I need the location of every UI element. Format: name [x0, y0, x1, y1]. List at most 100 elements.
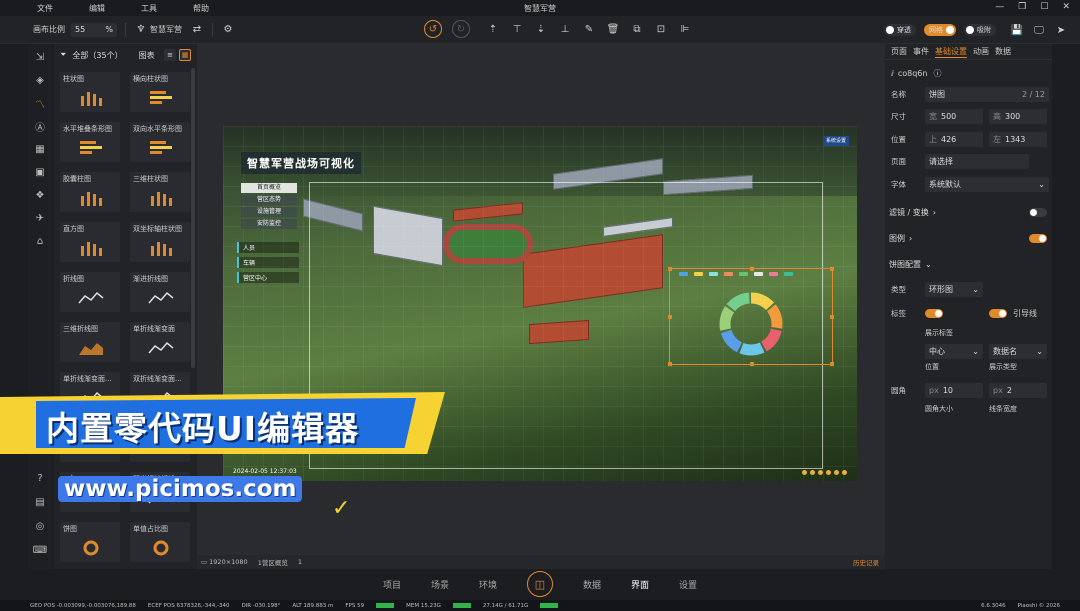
menu-edit[interactable]: 编辑: [63, 3, 115, 14]
menu-help[interactable]: 帮助: [167, 3, 219, 14]
history-button[interactable]: 历史记录: [853, 557, 879, 567]
scene-menu-item[interactable]: 安防监控: [241, 219, 297, 229]
document-icon[interactable]: ▤: [32, 495, 48, 509]
group-icon[interactable]: ⧉: [630, 22, 644, 36]
component-tab[interactable]: 图表: [139, 50, 155, 61]
align-bottom-icon[interactable]: ⊥: [558, 22, 572, 36]
publish-icon[interactable]: ➤: [1054, 23, 1068, 37]
image-icon[interactable]: ▣: [32, 165, 48, 179]
left-input[interactable]: 左 1343: [989, 132, 1047, 147]
tab-basic-settings[interactable]: 基础设置: [935, 46, 967, 58]
font-select[interactable]: 系统默认 ⌄: [925, 177, 1049, 192]
component-card[interactable]: 单折线渐变面: [130, 322, 190, 362]
scene-menu-item[interactable]: 营区态势: [241, 195, 297, 205]
component-card[interactable]: 横向柱状图: [130, 72, 190, 112]
help-icon[interactable]: ?: [32, 471, 48, 485]
scene-settings-button[interactable]: 系统设置: [823, 136, 849, 146]
plane-icon[interactable]: ✈: [32, 211, 48, 225]
line-width-input[interactable]: px 2: [989, 383, 1047, 398]
label-position-select[interactable]: 中心 ⌄: [925, 344, 983, 359]
width-input[interactable]: 宽 500: [925, 109, 983, 124]
swap-icon[interactable]: ⇄: [190, 23, 204, 37]
component-card[interactable]: 胶囊柱图: [60, 172, 120, 212]
component-card[interactable]: 单值占比图: [130, 522, 190, 562]
delete-icon[interactable]: 🗑: [606, 22, 620, 36]
list-view-icon[interactable]: ≡: [164, 49, 176, 61]
redo-icon[interactable]: ↻: [452, 20, 470, 38]
chart-icon[interactable]: 〽: [32, 96, 48, 111]
legend-switch[interactable]: [1029, 234, 1047, 243]
scene-menu-item[interactable]: 设施管理: [241, 207, 297, 217]
component-card[interactable]: 直方图: [60, 222, 120, 262]
pie-config-section[interactable]: 饼图配置 ⌄: [889, 259, 932, 270]
height-input[interactable]: 高 300: [989, 109, 1047, 124]
guide-switch[interactable]: [989, 309, 1007, 318]
component-card[interactable]: 双坐标轴柱状图: [130, 222, 190, 262]
nav-scene[interactable]: 场景: [431, 578, 449, 591]
undo-icon[interactable]: ↺: [424, 20, 442, 38]
tab-event[interactable]: 事件: [913, 46, 929, 57]
settings-icon[interactable]: ⚙: [221, 23, 235, 37]
resize-handle[interactable]: [668, 362, 672, 366]
resize-handle[interactable]: [668, 267, 672, 271]
home-hub-icon[interactable]: ◫: [527, 571, 553, 597]
component-card[interactable]: 饼图: [60, 522, 120, 562]
resize-handle[interactable]: [750, 267, 754, 271]
table-icon[interactable]: ▦: [32, 142, 48, 156]
menu-tools[interactable]: 工具: [115, 3, 167, 14]
scene-menu-item[interactable]: 首页概览: [241, 183, 297, 193]
label-type-select[interactable]: 数据名 ⌄: [989, 344, 1047, 359]
component-card[interactable]: 折线图: [60, 272, 120, 312]
nav-interface[interactable]: 界面: [631, 578, 649, 591]
page-select[interactable]: 请选择: [925, 154, 1029, 169]
building-icon[interactable]: ⌂: [32, 234, 48, 248]
ungroup-icon[interactable]: ⊡: [654, 22, 668, 36]
toggle-snap[interactable]: 吸附: [964, 24, 996, 36]
component-filter[interactable]: 全部（35个）: [72, 50, 122, 61]
align-top-icon[interactable]: ⊤: [510, 22, 524, 36]
filter-transform-section[interactable]: 滤镜 / 变换 ›: [889, 207, 1047, 218]
top-input[interactable]: 上 426: [925, 132, 983, 147]
resize-handle[interactable]: [668, 315, 672, 319]
save-icon[interactable]: 💾: [1010, 23, 1024, 37]
resize-handle[interactable]: [750, 362, 754, 366]
selected-pie-widget[interactable]: [668, 267, 834, 366]
tag-switch[interactable]: [925, 309, 943, 318]
maximize-icon[interactable]: ☐: [1040, 2, 1048, 12]
text-icon[interactable]: Ⓐ: [32, 119, 48, 134]
tab-animation[interactable]: 动画: [973, 46, 989, 57]
name-input[interactable]: 饼图 2 / 12: [925, 87, 1049, 102]
info-icon[interactable]: ⓘ: [933, 68, 941, 79]
close-icon[interactable]: ✕: [1062, 2, 1070, 12]
canvas-ratio-input[interactable]: 55 %: [71, 22, 117, 37]
nav-data[interactable]: 数据: [583, 578, 601, 591]
nav-environment[interactable]: 环境: [479, 578, 497, 591]
filter-icon[interactable]: ⏷: [60, 50, 66, 60]
toggle-penetrate[interactable]: 穿透: [884, 24, 916, 36]
legend-section[interactable]: 图例 ›: [889, 233, 1047, 244]
preview-icon[interactable]: 🖵: [1032, 23, 1046, 37]
component-card[interactable]: 双向水平条形图: [130, 122, 190, 162]
component-card[interactable]: 水平堆叠条形图: [60, 122, 120, 162]
radius-input[interactable]: px 10: [925, 383, 983, 398]
scene-label[interactable]: 1营区概览: [258, 557, 288, 567]
project-name[interactable]: 智慧军营: [150, 24, 182, 35]
resize-handle[interactable]: [830, 315, 834, 319]
component-scrollbar[interactable]: [191, 68, 195, 368]
upload-icon[interactable]: ⇡: [486, 22, 500, 36]
globe-icon[interactable]: ◎: [32, 519, 48, 533]
brush-icon[interactable]: ✎: [582, 22, 596, 36]
align-left-icon[interactable]: ⊫: [678, 22, 692, 36]
tab-page[interactable]: 页面: [891, 46, 907, 57]
type-select[interactable]: 环形图 ⌄: [925, 282, 983, 297]
widget-icon[interactable]: ❖: [32, 188, 48, 202]
download-icon[interactable]: ⇣: [534, 22, 548, 36]
toggle-grid[interactable]: 网格: [924, 24, 956, 36]
import-icon[interactable]: ⇲: [32, 50, 48, 64]
resize-handle[interactable]: [830, 267, 834, 271]
layers-icon[interactable]: ◈: [32, 73, 48, 87]
component-card[interactable]: 渐进折线图: [130, 272, 190, 312]
tab-data[interactable]: 数据: [995, 46, 1011, 57]
keyboard-icon[interactable]: ⌨: [32, 543, 48, 557]
filter-switch[interactable]: [1029, 208, 1047, 217]
